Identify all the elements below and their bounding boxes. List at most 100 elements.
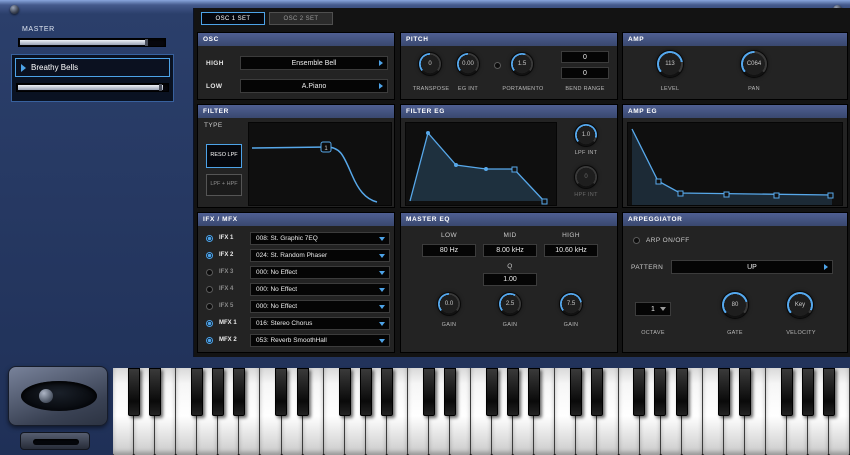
bend-range-up-field[interactable]: 0 xyxy=(561,51,609,63)
arp-pattern-label: PATTERN xyxy=(631,264,664,271)
piano-black-key[interactable] xyxy=(486,368,499,416)
arp-on-off-label: ARP ON/OFF xyxy=(646,237,690,244)
level-knob[interactable]: 113 xyxy=(657,51,683,77)
eq-mid-gain-knob[interactable]: 2.5 xyxy=(499,293,521,315)
portamento-knob[interactable]: 1.5 xyxy=(511,53,533,75)
preset-volume-slider[interactable] xyxy=(16,83,169,92)
arp-octave-select[interactable]: 1 xyxy=(635,302,671,316)
mfx2-dropdown[interactable]: 053: Reverb SmoothHall xyxy=(250,334,390,347)
mfx1-toggle[interactable] xyxy=(206,320,213,327)
eq-low-freq-field[interactable]: 80 Hz xyxy=(422,244,476,257)
piano-black-key[interactable] xyxy=(654,368,667,416)
eq-high-freq-field[interactable]: 10.60 kHz xyxy=(544,244,598,257)
amp-eg-graph[interactable] xyxy=(627,122,843,206)
mfx2-label: MFX 2 xyxy=(219,337,237,343)
ifx1-dropdown[interactable]: 008: St. Graphic 7EQ xyxy=(250,232,390,245)
switch-slot[interactable] xyxy=(33,439,79,445)
bend-range-down-field[interactable]: 0 xyxy=(561,67,609,79)
level-value: 113 xyxy=(665,61,675,67)
piano-black-key[interactable] xyxy=(149,368,162,416)
dropdown-arrow-icon xyxy=(824,264,828,270)
dropdown-arrow-icon xyxy=(660,307,666,311)
transpose-knob[interactable]: 0 xyxy=(419,53,441,75)
bend-range-label: BEND RANGE xyxy=(565,86,605,92)
dropdown-arrow-icon xyxy=(379,60,383,66)
lpf-int-knob[interactable]: 1.0 xyxy=(575,124,597,146)
arp-gate-value: 80 xyxy=(731,302,739,308)
ifx5-toggle[interactable] xyxy=(206,303,213,310)
hpf-int-value: 0 xyxy=(584,174,588,180)
piano-black-key[interactable] xyxy=(717,368,730,416)
osc-low-label: LOW xyxy=(206,83,223,90)
piano-black-key[interactable] xyxy=(296,368,309,416)
piano-black-key[interactable] xyxy=(591,368,604,416)
joystick[interactable] xyxy=(39,389,53,403)
eg-int-knob[interactable]: 0.00 xyxy=(457,53,479,75)
piano-black-key[interactable] xyxy=(780,368,793,416)
eq-low-gain-label: GAIN xyxy=(441,322,457,328)
piano-black-key[interactable] xyxy=(191,368,204,416)
piano-black-key[interactable] xyxy=(128,368,141,416)
mfx1-dropdown[interactable]: 016: Stereo Chorus xyxy=(250,317,390,330)
piano-black-key[interactable] xyxy=(359,368,372,416)
filter-eg-graph[interactable] xyxy=(405,122,557,206)
mfx2-toggle[interactable] xyxy=(206,337,213,344)
piano-black-key[interactable] xyxy=(822,368,835,416)
lpf-int-label: LPF INT xyxy=(574,150,598,156)
eq-high-gain-value: 7.5 xyxy=(566,301,576,307)
piano-black-key[interactable] xyxy=(801,368,814,416)
master-eq-section: MASTER EQ LOW MID HIGH 80 Hz 8.00 kHz 10… xyxy=(400,212,618,353)
piano-black-key[interactable] xyxy=(675,368,688,416)
pan-knob[interactable]: C064 xyxy=(741,51,767,77)
eq-mid-gain-value: 2.5 xyxy=(505,301,515,307)
arp-pattern-dropdown[interactable]: UP xyxy=(671,260,833,274)
filter-curve-graph[interactable]: 1 xyxy=(248,122,392,206)
piano-black-key[interactable] xyxy=(507,368,520,416)
eq-low-gain-knob[interactable]: 0.0 xyxy=(438,293,460,315)
slider-handle[interactable] xyxy=(158,84,162,91)
dropdown-arrow-icon xyxy=(379,287,385,292)
piano-black-key[interactable] xyxy=(738,368,751,416)
master-volume-slider[interactable] xyxy=(18,38,166,47)
arp-velocity-knob[interactable]: Key xyxy=(787,292,813,318)
tab-osc2-set[interactable]: OSC 2 SET xyxy=(269,12,333,25)
ifx4-dropdown[interactable]: 000: No Effect xyxy=(250,283,390,296)
filter-section-title: FILTER xyxy=(198,105,394,118)
portamento-toggle[interactable] xyxy=(494,62,501,69)
dropdown-arrow-icon xyxy=(379,321,385,326)
filter-type-lpf-hpf-button[interactable]: LPF + HPF xyxy=(206,174,242,196)
arp-gate-knob[interactable]: 80 xyxy=(722,292,748,318)
preset-selector[interactable]: Breathy Bells xyxy=(15,58,170,77)
ifx3-dropdown[interactable]: 000: No Effect xyxy=(250,266,390,279)
piano-black-key[interactable] xyxy=(422,368,435,416)
ifx3-toggle[interactable] xyxy=(206,269,213,276)
arp-pattern-value: UP xyxy=(747,263,757,271)
piano-black-key[interactable] xyxy=(443,368,456,416)
ifx4-toggle[interactable] xyxy=(206,286,213,293)
piano-black-key[interactable] xyxy=(570,368,583,416)
piano-black-key[interactable] xyxy=(275,368,288,416)
ifx5-dropdown[interactable]: 000: No Effect xyxy=(250,300,390,313)
hpf-int-knob[interactable]: 0 xyxy=(575,166,597,188)
piano-black-key[interactable] xyxy=(338,368,351,416)
arp-on-off-toggle[interactable] xyxy=(633,237,640,244)
piano-black-key[interactable] xyxy=(212,368,225,416)
eq-q-field[interactable]: 1.00 xyxy=(483,273,537,286)
filter-type-reso-lpf-button[interactable]: RESO LPF xyxy=(206,144,242,168)
piano-black-key[interactable] xyxy=(528,368,541,416)
ifx2-toggle[interactable] xyxy=(206,252,213,259)
piano-black-key[interactable] xyxy=(380,368,393,416)
piano-black-key[interactable] xyxy=(233,368,246,416)
ifx1-toggle[interactable] xyxy=(206,235,213,242)
osc-low-value: A.Piano xyxy=(301,82,327,90)
master-label: MASTER xyxy=(22,26,55,33)
piano-keyboard[interactable] xyxy=(113,368,850,455)
osc-low-dropdown[interactable]: A.Piano xyxy=(240,79,388,93)
ifx2-dropdown[interactable]: 024: St. Random Phaser xyxy=(250,249,390,262)
eq-high-gain-knob[interactable]: 7.5 xyxy=(560,293,582,315)
osc-high-dropdown[interactable]: Ensemble Bell xyxy=(240,56,388,70)
eq-mid-freq-field[interactable]: 8.00 kHz xyxy=(483,244,537,257)
tab-osc1-set[interactable]: OSC 1 SET xyxy=(201,12,265,25)
piano-black-key[interactable] xyxy=(633,368,646,416)
slider-handle[interactable] xyxy=(144,39,148,46)
